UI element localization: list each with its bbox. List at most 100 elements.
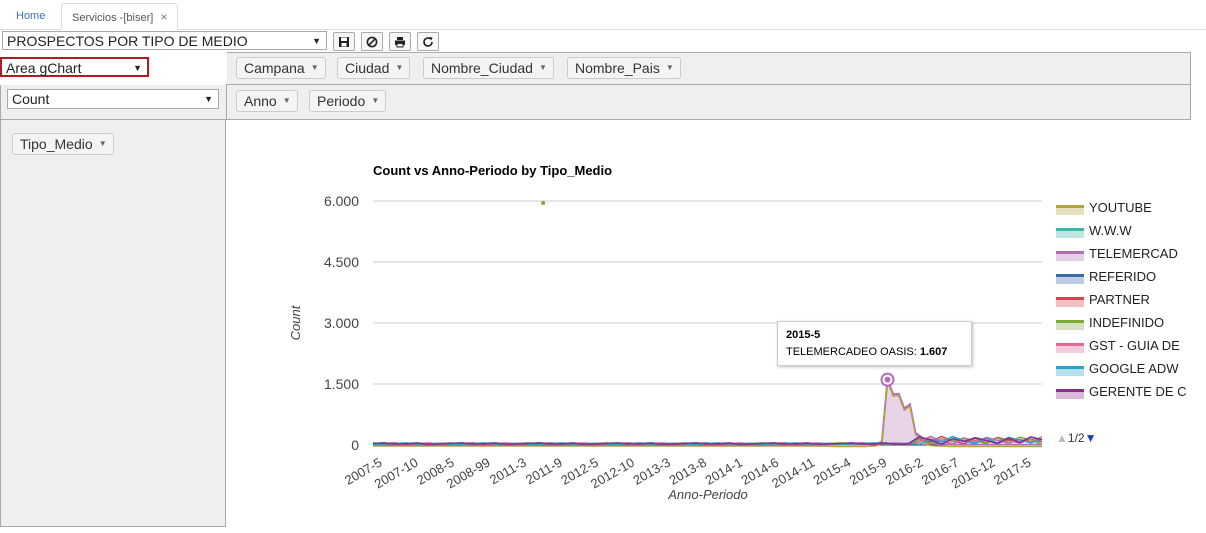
y-tick-label: 6.000 [324, 193, 359, 209]
chevron-down-icon: ▼ [204, 94, 213, 104]
tab-servicios-label: Servicios -[biser] [72, 12, 154, 24]
clear-icon [366, 36, 378, 47]
legend-item[interactable]: TELEMERCAD [1056, 246, 1186, 269]
row-dimension-panel [0, 119, 226, 527]
x-tick-label: 2013-3 [630, 455, 673, 488]
divider [226, 84, 227, 120]
x-axis-label: Anno-Periodo [667, 487, 748, 502]
caret-down-icon: ▼ [282, 96, 291, 105]
caret-down-icon: ▼ [310, 63, 319, 72]
field-pill-label: Nombre_Pais [575, 60, 660, 76]
x-tick-label: 2017-5 [991, 455, 1034, 488]
legend-item[interactable]: W.W.W [1056, 223, 1186, 246]
legend-label: INDEFINIDO [1089, 315, 1165, 330]
legend-label: YOUTUBE [1089, 200, 1152, 215]
caret-down-icon: ▼ [371, 96, 380, 105]
tab-servicios[interactable]: Servicios -[biser] × [61, 3, 178, 30]
print-button[interactable] [389, 32, 411, 51]
legend-swatch [1056, 205, 1084, 215]
tooltip-value: 1.607 [919, 346, 948, 358]
legend-swatch [1056, 366, 1084, 376]
legend-label: GERENTE DE C [1089, 384, 1186, 399]
legend-item[interactable]: GERENTE DE C [1056, 384, 1186, 407]
chart-type-value: Area gChart [6, 60, 82, 76]
field-pill-label: Campana [244, 60, 305, 76]
caret-down-icon: ▼ [665, 63, 674, 72]
legend-swatch [1056, 389, 1084, 399]
field-pill-label: Tipo_Medio [20, 136, 93, 152]
x-tick-label: 2011-3 [487, 455, 529, 488]
chart-tooltip: 2015-5 TELEMERCADEO OASIS: 1.607 [777, 321, 972, 366]
legend-swatch [1056, 320, 1084, 330]
x-tick-label: 2014-1 [702, 455, 745, 488]
x-tick-label: 2015-9 [847, 455, 890, 488]
field-pill-tipo-medio[interactable]: Tipo_Medio ▼ [12, 133, 114, 155]
pager-label: 1/2 [1067, 431, 1085, 445]
refresh-button[interactable] [417, 32, 439, 51]
field-pill-label: Ciudad [345, 60, 390, 76]
highlight-point-center [884, 376, 891, 383]
y-tick-label: 0 [351, 437, 359, 453]
legend-item[interactable]: REFERIDO [1056, 269, 1186, 292]
y-tick-label: 4.500 [324, 254, 359, 270]
field-pill-nombre-ciudad[interactable]: Nombre_Ciudad ▼ [423, 57, 554, 79]
legend-label: TELEMERCAD [1089, 246, 1178, 261]
field-pill-label: Periodo [317, 93, 366, 109]
legend-item[interactable]: INDEFINIDO [1056, 315, 1186, 338]
field-pill-ciudad[interactable]: Ciudad ▼ [337, 57, 411, 79]
tooltip-body: TELEMERCADEO OASIS: 1.607 [786, 344, 963, 361]
y-tick-label: 1.500 [324, 376, 359, 392]
chevron-down-icon: ▼ [312, 36, 321, 46]
chart-type-select[interactable]: Area gChart ▼ [0, 57, 149, 77]
clear-button[interactable] [361, 32, 383, 51]
legend-label: REFERIDO [1089, 269, 1157, 284]
field-pill-label: Anno [244, 93, 277, 109]
legend-label: PARTNER [1089, 292, 1150, 307]
refresh-icon [423, 36, 433, 47]
tooltip-series: TELEMERCADEO OASIS: [786, 346, 917, 358]
measure-select[interactable]: Count ▼ [7, 89, 219, 109]
pager-prev-icon[interactable]: ▲ [1056, 431, 1068, 445]
close-icon[interactable]: × [160, 10, 167, 24]
legend-pager[interactable]: ▲1/2▼ [1056, 431, 1096, 445]
field-pill-nombre-pais[interactable]: Nombre_Pais ▼ [567, 57, 681, 79]
y-tick-label: 3.000 [324, 315, 359, 331]
series-line-telemercad [373, 379, 1042, 446]
tab-bar: Home Servicios -[biser] × [0, 0, 1206, 30]
field-pill-periodo[interactable]: Periodo ▼ [309, 90, 387, 112]
legend-item[interactable]: PARTNER [1056, 292, 1186, 315]
pager-next-icon[interactable]: ▼ [1085, 431, 1097, 445]
legend-item[interactable]: GOOGLE ADW [1056, 361, 1186, 384]
y-axis-label: Count [288, 304, 303, 340]
chevron-down-icon: ▼ [133, 63, 142, 73]
legend-item[interactable]: YOUTUBE [1056, 200, 1186, 223]
x-tick-label: 2011-9 [523, 455, 565, 488]
tab-home[interactable]: Home [6, 3, 55, 30]
measure-value: Count [12, 91, 50, 107]
save-button[interactable] [333, 32, 355, 51]
legend-swatch [1056, 274, 1084, 284]
legend-item[interactable]: GST - GUIA DE [1056, 338, 1186, 361]
field-pill-label: Nombre_Ciudad [431, 60, 533, 76]
x-tick-label: 2016-2 [883, 455, 926, 488]
print-icon [395, 36, 405, 47]
legend-swatch [1056, 251, 1084, 261]
report-select-value: PROSPECTOS POR TIPO DE MEDIO [7, 33, 248, 49]
x-tick-label: 2013-8 [666, 455, 709, 488]
series-area-telemercad [373, 379, 1042, 445]
outlier-point [541, 201, 546, 206]
legend-swatch [1056, 297, 1084, 307]
legend-swatch [1056, 343, 1084, 353]
field-pill-anno[interactable]: Anno ▼ [236, 90, 298, 112]
legend-label: W.W.W [1089, 223, 1132, 238]
area-chart: 01.5003.0004.5006.0002007-52007-102008-5… [288, 193, 1043, 502]
report-select[interactable]: PROSPECTOS POR TIPO DE MEDIO ▼ [2, 31, 327, 50]
tooltip-title: 2015-5 [786, 329, 821, 341]
caret-down-icon: ▼ [98, 139, 107, 148]
caret-down-icon: ▼ [539, 63, 547, 72]
chart-legend: YOUTUBE W.W.W TELEMERCAD REFERIDO PARTNER IND… [1056, 200, 1186, 407]
field-pill-campana[interactable]: Campana ▼ [236, 57, 326, 79]
x-tick-label: 2015-4 [811, 455, 854, 488]
legend-label: GST - GUIA DE [1089, 338, 1180, 353]
legend-swatch [1056, 228, 1084, 238]
